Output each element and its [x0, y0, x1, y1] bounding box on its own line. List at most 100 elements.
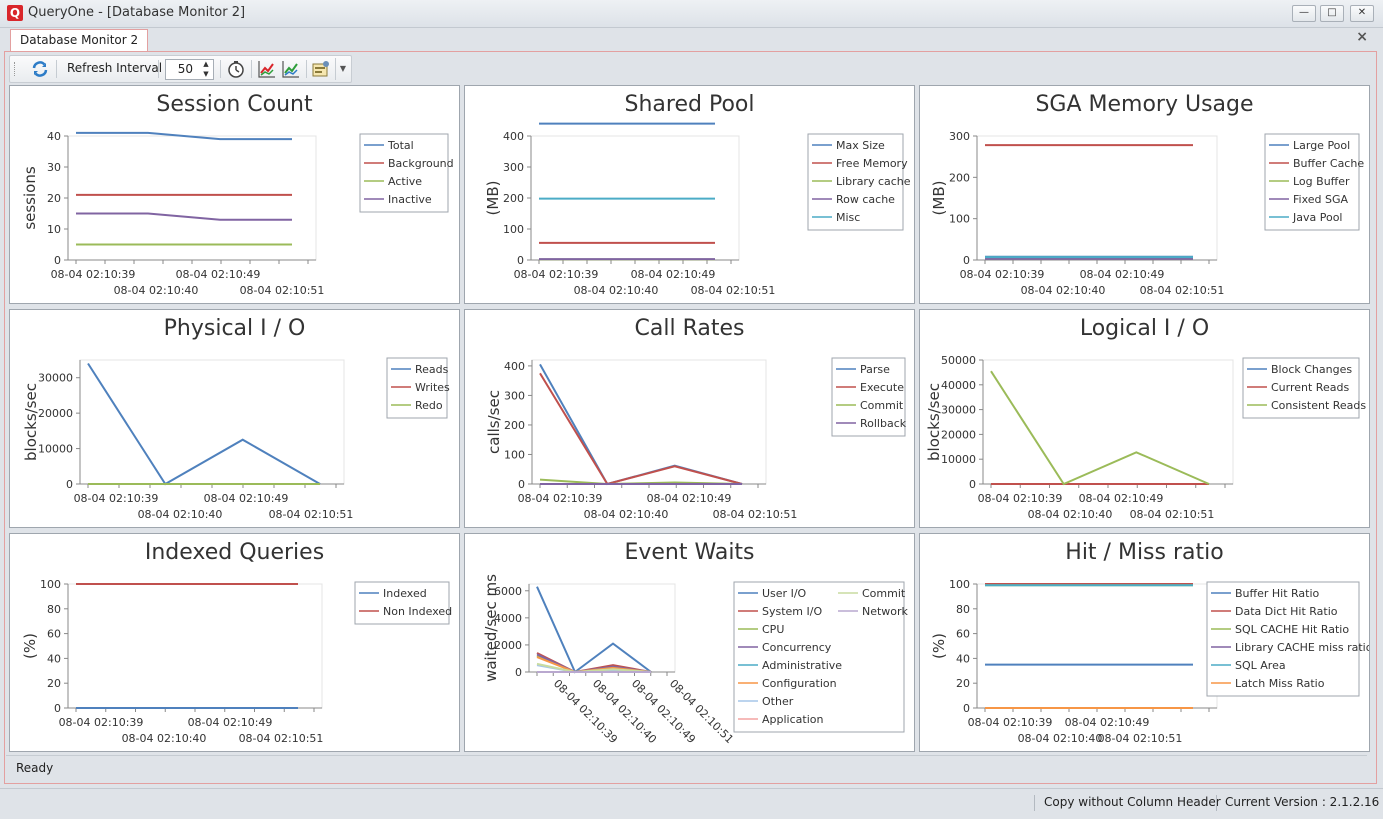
legend-label: Application — [762, 713, 823, 726]
toolbar-grip-icon[interactable] — [14, 62, 17, 76]
x-tick-label: 08-04 02:10:49 — [188, 716, 273, 729]
y-axis-label: blocks/sec — [925, 383, 943, 461]
bottom-separator — [1034, 795, 1035, 811]
series-line-inactive — [76, 212, 292, 221]
legend-label: Total — [387, 139, 414, 152]
refresh-icon[interactable] — [30, 59, 50, 79]
dropdown-arrow-icon[interactable]: ▼ — [335, 58, 350, 80]
y-axis-label: (%) — [21, 633, 39, 659]
chart-export-alt-icon[interactable] — [281, 59, 301, 79]
legend-label: Rollback — [860, 417, 907, 430]
status-text: Ready — [16, 761, 54, 775]
x-tick-label: 08-04 02:10:39 — [74, 492, 159, 505]
refresh-interval-value[interactable]: 50 — [178, 62, 193, 76]
x-tick-label: 08-04 02:10:39 — [978, 492, 1063, 505]
document-area: Refresh Interval 50 ▲ ▼ ▼ Session Count … — [4, 51, 1377, 784]
refresh-interval-stepper[interactable]: 50 ▲ ▼ — [165, 59, 214, 80]
y-axis-label: waited/sec ms — [482, 574, 500, 682]
chart-export-icon[interactable] — [257, 59, 277, 79]
y-tick-label: 0 — [517, 254, 524, 267]
y-tick-label: 40000 — [941, 379, 976, 392]
logical-io-chart: 0 10000 20000 30000 40000 50000 blocks/sec 08-0… — [925, 354, 1366, 521]
legend-label: Non Indexed — [383, 605, 452, 618]
y-axis-label: (MB) — [484, 181, 502, 216]
x-tick-label: 08-04 02:10:39 — [59, 716, 144, 729]
bottom-separator — [1216, 795, 1217, 811]
x-tick-label: 08-04 02:10:49 — [176, 268, 261, 281]
legend-label: Other — [762, 695, 794, 708]
refresh-interval-label: Refresh Interval — [67, 61, 163, 75]
legend-label: Indexed — [383, 587, 427, 600]
physical-io-chart-panel: Physical I / O 0 10000 20000 30000 blocks/sec… — [9, 309, 460, 528]
legend-label: SQL CACHE Hit Ratio — [1235, 623, 1349, 636]
y-tick-label: 0 — [969, 478, 976, 491]
x-tick-label: 08-04 02:10:39 — [51, 268, 136, 281]
x-tick-label: 08-04 02:10:51 — [239, 732, 324, 745]
tab-database-monitor[interactable]: Database Monitor 2 — [10, 29, 149, 52]
legend-label: Commit — [862, 587, 906, 600]
y-tick-label: 0 — [515, 666, 522, 679]
x-tick-label: 08-04 02:10:51 — [240, 284, 325, 297]
physical-io-chart: 0 10000 20000 30000blocks/sec 08-04 02:10:39… — [22, 357, 450, 521]
indexed-queries-chart-panel: Indexed Queries 0 20 40 60 80 100 (%) 08-04 02:1… — [9, 533, 460, 752]
maximize-icon[interactable]: □ — [1320, 5, 1344, 22]
legend-label: Buffer Cache — [1293, 157, 1364, 170]
y-tick-label: 400 — [503, 130, 524, 143]
timer-icon[interactable] — [226, 59, 246, 79]
shared-pool-chart-panel: Shared Pool 0 100 200 300 400 (MB) 08-04 02:10:… — [464, 85, 915, 304]
y-tick-label: 0 — [963, 702, 970, 715]
legend-label: Large Pool — [1293, 139, 1350, 152]
legend-label: Concurrency — [762, 641, 832, 654]
legend-label: Misc — [836, 211, 860, 224]
y-tick-label: 30000 — [941, 404, 976, 417]
y-tick-label: 20000 — [38, 407, 73, 420]
toolbar-separator — [158, 60, 159, 78]
y-tick-label: 20000 — [941, 428, 976, 441]
current-version-label: Current Version : 2.1.2.16 — [1225, 795, 1380, 809]
legend-label: Parse — [860, 363, 890, 376]
y-tick-label: 100 — [504, 448, 525, 461]
hit-miss-chart-panel: Hit / Miss ratio 0 20 40 60 80 100 (%) 08-04 02:… — [919, 533, 1370, 752]
copy-without-header-button[interactable]: Copy without Column Header — [1044, 795, 1221, 809]
tab-close-icon[interactable]: × — [1356, 29, 1368, 45]
y-tick-label: 0 — [518, 478, 525, 491]
spin-down-icon[interactable]: ▼ — [201, 70, 211, 79]
legend-label: SQL Area — [1235, 659, 1286, 672]
y-tick-label: 60 — [47, 628, 61, 641]
legend-label: Execute — [860, 381, 904, 394]
legend-label: Latch Miss Ratio — [1235, 677, 1325, 690]
legend-label: Free Memory — [836, 157, 908, 170]
legend-label: Log Buffer — [1293, 175, 1350, 188]
y-tick-label: 100 — [40, 578, 61, 591]
hit-miss-chart: 0 20 40 60 80 100 (%) 08-04 02:10:39 08-04 02:10… — [930, 578, 1369, 745]
sga-memory-chart: 0 100 200 300 (MB) 08-04 02:10:39 08-04 02:10:… — [930, 130, 1364, 297]
legend-label: Buffer Hit Ratio — [1235, 587, 1320, 600]
x-tick-label: 08-04 02:10:49 — [204, 492, 289, 505]
legend-label: Data Dict Hit Ratio — [1235, 605, 1338, 618]
series-line-user-i-o — [536, 586, 652, 674]
legend-label: Library cache — [836, 175, 911, 188]
settings-icon[interactable] — [311, 59, 331, 79]
legend-label: Inactive — [388, 193, 432, 206]
y-tick-label: 40 — [47, 652, 61, 665]
minimize-icon[interactable]: — — [1292, 5, 1316, 22]
session-count-chart-panel: Session Count 0 10 20 30 40 sessions 08-04 02:1… — [9, 85, 460, 304]
y-tick-label: 300 — [949, 130, 970, 143]
close-icon[interactable]: ✕ — [1350, 5, 1374, 22]
x-tick-label: 08-04 02:10:51 — [269, 508, 354, 521]
status-bar: Ready — [6, 755, 1367, 780]
legend-label: Administrative — [762, 659, 842, 672]
legend-label: Active — [388, 175, 422, 188]
y-axis-label: (%) — [930, 633, 948, 659]
x-tick-label: 08-04 02:10:51 — [1140, 284, 1225, 297]
sga-memory-chart-panel: SGA Memory Usage 0 100 200 300 (MB) 08-04 02:1… — [919, 85, 1370, 304]
x-tick-label: 08-04 02:10:40 — [114, 284, 199, 297]
spin-up-icon[interactable]: ▲ — [201, 60, 211, 69]
x-tick-label: 08-04 02:10:40 — [138, 508, 223, 521]
y-tick-label: 30000 — [38, 372, 73, 385]
toolbar: Refresh Interval 50 ▲ ▼ ▼ — [9, 55, 352, 83]
x-tick-label: 08-04 02:10:49 — [631, 268, 716, 281]
x-tick-label: 08-04 02:10:39 — [960, 268, 1045, 281]
x-tick-label: 08-04 02:10:49 — [1065, 716, 1150, 729]
y-tick-label: 40 — [47, 130, 61, 143]
